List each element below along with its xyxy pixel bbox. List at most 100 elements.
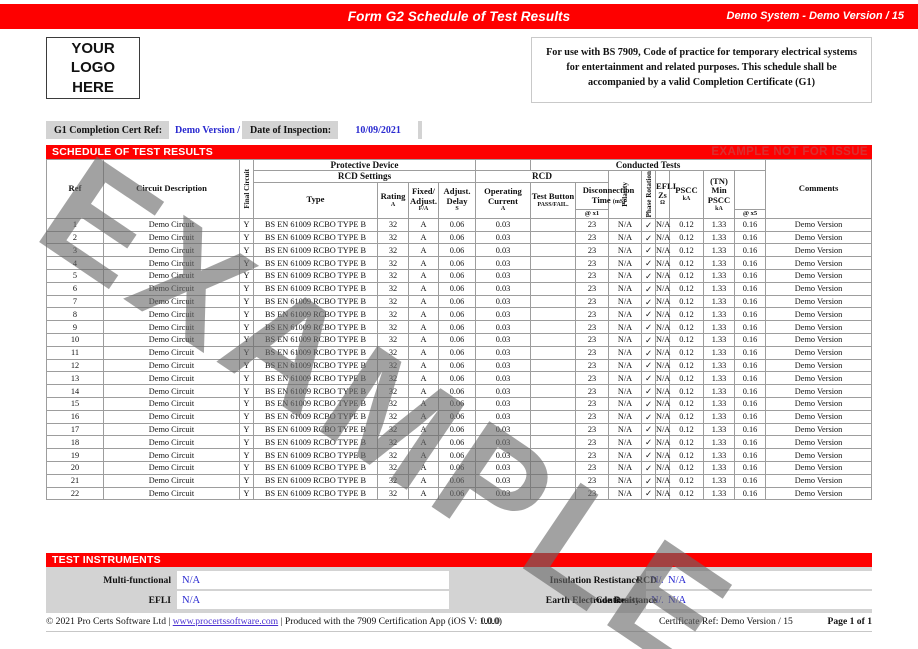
- cell-rating[interactable]: 32: [377, 230, 409, 245]
- cell-type[interactable]: BS EN 61009 RCBO TYPE B: [253, 460, 378, 475]
- cell-operating-current[interactable]: 0.03: [475, 435, 531, 450]
- cell-adjust-delay[interactable]: 0.06: [438, 269, 476, 283]
- cell-phase-rotation[interactable]: N/A: [655, 435, 670, 450]
- cell-at-x5[interactable]: N/A: [608, 294, 642, 309]
- cell-operating-current[interactable]: 0.03: [475, 358, 531, 373]
- cell-rating[interactable]: 32: [377, 333, 409, 347]
- cell-adjust-delay[interactable]: 0.06: [438, 448, 476, 462]
- cell-polarity[interactable]: ✓: [641, 256, 656, 271]
- cell-fixed-adjust[interactable]: A: [408, 371, 439, 386]
- multi-functional-field[interactable]: Multi-functional N/A: [52, 571, 461, 589]
- cell-efli[interactable]: 0.12: [669, 307, 704, 322]
- cell-ref[interactable]: 5: [46, 269, 104, 283]
- cell-at-x1[interactable]: 23: [575, 269, 609, 283]
- cell-at-x5[interactable]: N/A: [608, 371, 642, 386]
- cell-pscc[interactable]: 1.33: [703, 320, 735, 334]
- cell-comments[interactable]: Demo Version: [765, 448, 872, 462]
- cell-adjust-delay[interactable]: 0.06: [438, 371, 476, 386]
- cell-pscc[interactable]: 1.33: [703, 396, 735, 411]
- cell-comments[interactable]: Demo Version: [765, 358, 872, 373]
- cell-test-button[interactable]: [530, 333, 576, 347]
- cell-efli[interactable]: 0.12: [669, 345, 704, 360]
- cell-efli[interactable]: 0.12: [669, 448, 704, 462]
- cell-tn-min-pscc[interactable]: 0.16: [733, 473, 767, 488]
- cell-comments[interactable]: Demo Version: [765, 371, 872, 386]
- cell-pscc[interactable]: 1.33: [703, 448, 735, 462]
- cell-ref[interactable]: 15: [46, 396, 104, 411]
- cell-at-x1[interactable]: 23: [575, 294, 609, 309]
- cell-phase-rotation[interactable]: N/A: [655, 333, 670, 347]
- cell-type[interactable]: BS EN 61009 RCBO TYPE B: [253, 307, 378, 322]
- cell-operating-current[interactable]: 0.03: [475, 281, 531, 296]
- cell-comments[interactable]: Demo Version: [765, 320, 872, 334]
- cell-final-circuit[interactable]: Y: [239, 422, 254, 437]
- cell-at-x5[interactable]: N/A: [608, 384, 642, 398]
- cell-operating-current[interactable]: 0.03: [475, 320, 531, 334]
- cell-adjust-delay[interactable]: 0.06: [438, 435, 476, 450]
- cell-pscc[interactable]: 1.33: [703, 358, 735, 373]
- cell-adjust-delay[interactable]: 0.06: [438, 320, 476, 334]
- cell-operating-current[interactable]: 0.03: [475, 333, 531, 347]
- cell-type[interactable]: BS EN 61009 RCBO TYPE B: [253, 333, 378, 347]
- cell-fixed-adjust[interactable]: A: [408, 333, 439, 347]
- cell-comments[interactable]: Demo Version: [765, 294, 872, 309]
- cell-tn-min-pscc[interactable]: 0.16: [733, 422, 767, 437]
- cell-ref[interactable]: 13: [46, 371, 104, 386]
- cell-pscc[interactable]: 1.33: [703, 256, 735, 271]
- cell-tn-min-pscc[interactable]: 0.16: [733, 243, 767, 258]
- cell-polarity[interactable]: ✓: [641, 281, 656, 296]
- table-row[interactable]: 15 Demo Circuit Y BS EN 61009 RCBO TYPE B 32…: [46, 396, 872, 411]
- cell-at-x5[interactable]: N/A: [608, 448, 642, 462]
- cell-type[interactable]: BS EN 61009 RCBO TYPE B: [253, 396, 378, 411]
- cell-circuit-description[interactable]: Demo Circuit: [103, 217, 240, 232]
- cell-pscc[interactable]: 1.33: [703, 486, 735, 501]
- cell-efli[interactable]: 0.12: [669, 333, 704, 347]
- cell-at-x5[interactable]: N/A: [608, 256, 642, 271]
- cell-adjust-delay[interactable]: 0.06: [438, 256, 476, 271]
- cell-type[interactable]: BS EN 61009 RCBO TYPE B: [253, 358, 378, 373]
- cell-at-x1[interactable]: 23: [575, 281, 609, 296]
- cell-circuit-description[interactable]: Demo Circuit: [103, 333, 240, 347]
- cell-tn-min-pscc[interactable]: 0.16: [733, 371, 767, 386]
- inspection-date-field[interactable]: Date of Inspection: 10/09/2021: [242, 121, 422, 139]
- table-row[interactable]: 9 Demo Circuit Y BS EN 61009 RCBO TYPE B 32 A…: [46, 320, 872, 334]
- cell-efli[interactable]: 0.12: [669, 473, 704, 488]
- cell-tn-min-pscc[interactable]: 0.16: [733, 294, 767, 309]
- table-row[interactable]: 19 Demo Circuit Y BS EN 61009 RCBO TYPE B 32…: [46, 448, 872, 462]
- cell-ref[interactable]: 2: [46, 230, 104, 245]
- cell-ref[interactable]: 9: [46, 320, 104, 334]
- cell-operating-current[interactable]: 0.03: [475, 396, 531, 411]
- cell-test-button[interactable]: [530, 448, 576, 462]
- cell-circuit-description[interactable]: Demo Circuit: [103, 409, 240, 424]
- cell-rating[interactable]: 32: [377, 448, 409, 462]
- cell-phase-rotation[interactable]: N/A: [655, 473, 670, 488]
- cell-final-circuit[interactable]: Y: [239, 396, 254, 411]
- table-row[interactable]: 10 Demo Circuit Y BS EN 61009 RCBO TYPE B 32…: [46, 333, 872, 347]
- cell-operating-current[interactable]: 0.03: [475, 294, 531, 309]
- cell-pscc[interactable]: 1.33: [703, 371, 735, 386]
- cell-operating-current[interactable]: 0.03: [475, 460, 531, 475]
- cell-test-button[interactable]: [530, 269, 576, 283]
- cell-test-button[interactable]: [530, 294, 576, 309]
- cell-fixed-adjust[interactable]: A: [408, 460, 439, 475]
- cell-rating[interactable]: 32: [377, 435, 409, 450]
- cell-at-x1[interactable]: 23: [575, 243, 609, 258]
- cell-pscc[interactable]: 1.33: [703, 384, 735, 398]
- cell-type[interactable]: BS EN 61009 RCBO TYPE B: [253, 371, 378, 386]
- table-row[interactable]: 18 Demo Circuit Y BS EN 61009 RCBO TYPE B 32…: [46, 435, 872, 450]
- cell-phase-rotation[interactable]: N/A: [655, 422, 670, 437]
- cell-circuit-description[interactable]: Demo Circuit: [103, 230, 240, 245]
- cell-at-x1[interactable]: 23: [575, 448, 609, 462]
- cell-type[interactable]: BS EN 61009 RCBO TYPE B: [253, 486, 378, 501]
- cell-polarity[interactable]: ✓: [641, 422, 656, 437]
- cell-adjust-delay[interactable]: 0.06: [438, 294, 476, 309]
- cell-circuit-description[interactable]: Demo Circuit: [103, 256, 240, 271]
- table-row[interactable]: 3 Demo Circuit Y BS EN 61009 RCBO TYPE B 32 A…: [46, 243, 872, 258]
- cell-efli[interactable]: 0.12: [669, 486, 704, 501]
- cell-comments[interactable]: Demo Version: [765, 333, 872, 347]
- cell-efli[interactable]: 0.12: [669, 460, 704, 475]
- cell-fixed-adjust[interactable]: A: [408, 409, 439, 424]
- cell-adjust-delay[interactable]: 0.06: [438, 473, 476, 488]
- cell-at-x1[interactable]: 23: [575, 256, 609, 271]
- cell-efli[interactable]: 0.12: [669, 435, 704, 450]
